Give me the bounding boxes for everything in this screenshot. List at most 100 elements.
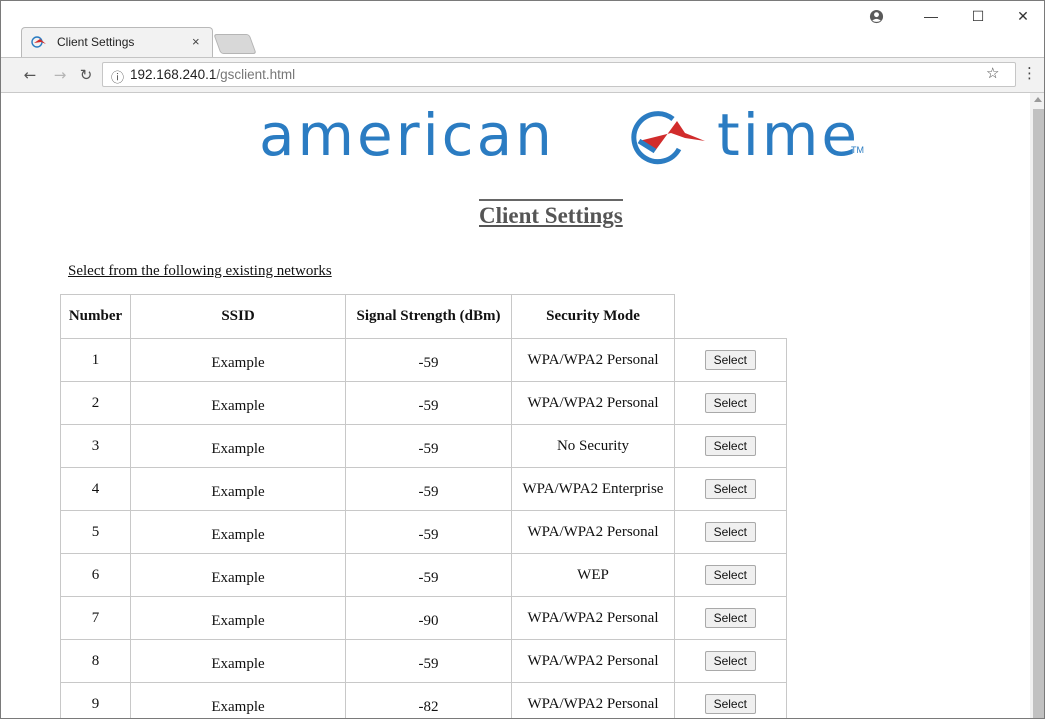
network-signal-text: -59: [418, 526, 439, 543]
network-ssid-text: Example: [211, 526, 265, 543]
header-signal-strength: Signal Strength (dBm): [345, 294, 512, 339]
network-signal: -59: [345, 553, 512, 597]
network-signal: -59: [345, 467, 512, 511]
logo-word-time: time: [717, 101, 861, 169]
network-ssid: Example: [130, 467, 346, 511]
tab-close-icon[interactable]: ×: [192, 34, 200, 49]
network-ssid-text: Example: [211, 397, 265, 414]
select-network-button[interactable]: Select: [704, 393, 756, 413]
select-network-button[interactable]: Select: [704, 522, 756, 542]
select-network-button[interactable]: Select: [704, 350, 756, 370]
forward-icon[interactable]: →: [50, 65, 70, 85]
browser-toolbar: ← → ↻ ⓘ 192.168.240.1/gsclient.html ☆ ⋮: [1, 57, 1044, 93]
address-bar[interactable]: ⓘ 192.168.240.1/gsclient.html: [102, 62, 1016, 87]
info-icon[interactable]: ⓘ: [111, 67, 124, 86]
network-action-cell: Select: [674, 381, 787, 425]
network-security: WPA/WPA2 Personal: [511, 338, 675, 382]
scrollbar-thumb[interactable]: [1033, 109, 1044, 718]
network-ssid: Example: [130, 381, 346, 425]
american-time-logo: american time TM: [259, 105, 865, 169]
network-number: 4: [60, 467, 131, 511]
reload-icon[interactable]: ↻: [76, 65, 96, 85]
vertical-scrollbar[interactable]: [1030, 93, 1044, 718]
network-action-cell: Select: [674, 639, 787, 683]
new-tab-button[interactable]: [213, 34, 257, 54]
header-action-blank: [675, 295, 787, 339]
table-row: 3 Example -59 No Security Select: [60, 424, 787, 468]
select-network-button[interactable]: Select: [704, 436, 756, 456]
network-signal: -90: [345, 596, 512, 640]
select-network-button[interactable]: Select: [704, 479, 756, 499]
network-signal: -82: [345, 682, 512, 718]
networks-instruction: Select from the following existing netwo…: [68, 263, 332, 279]
table-row: 9 Example -82 WPA/WPA2 Personal Select: [60, 682, 787, 718]
scroll-up-arrow-icon[interactable]: [1034, 97, 1042, 102]
network-ssid-text: Example: [211, 698, 265, 715]
menu-icon[interactable]: ⋮: [1022, 64, 1037, 82]
network-security: WPA/WPA2 Personal: [511, 682, 675, 718]
network-ssid-text: Example: [211, 612, 265, 629]
header-number: Number: [60, 294, 131, 339]
network-number: 8: [60, 639, 131, 683]
network-signal: -59: [345, 381, 512, 425]
network-signal-text: -59: [418, 569, 439, 586]
table-row: 5 Example -59 WPA/WPA2 Personal Select: [60, 510, 787, 554]
network-security: No Security: [511, 424, 675, 468]
network-ssid: Example: [130, 338, 346, 382]
tab-title: Client Settings: [57, 35, 135, 49]
network-security: WPA/WPA2 Personal: [511, 510, 675, 554]
star-icon[interactable]: ☆: [986, 64, 999, 82]
network-security: WPA/WPA2 Personal: [511, 381, 675, 425]
table-row: 8 Example -59 WPA/WPA2 Personal Select: [60, 639, 787, 683]
network-number: 2: [60, 381, 131, 425]
network-action-cell: Select: [674, 596, 787, 640]
network-ssid: Example: [130, 510, 346, 554]
network-action-cell: Select: [674, 682, 787, 718]
network-security: WPA/WPA2 Personal: [511, 639, 675, 683]
table-row: 7 Example -90 WPA/WPA2 Personal Select: [60, 596, 787, 640]
network-signal-text: -82: [418, 698, 439, 715]
network-ssid-text: Example: [211, 569, 265, 586]
select-network-button[interactable]: Select: [704, 608, 756, 628]
network-security: WEP: [511, 553, 675, 597]
maximize-button[interactable]: ☐: [963, 5, 993, 27]
network-action-cell: Select: [674, 424, 787, 468]
network-ssid-text: Example: [211, 440, 265, 457]
network-ssid-text: Example: [211, 655, 265, 672]
network-signal: -59: [345, 424, 512, 468]
tab-strip: Client Settings × — ☐ ✕: [1, 1, 1044, 57]
close-window-button[interactable]: ✕: [1008, 5, 1038, 27]
logo-word-american: american: [259, 101, 555, 169]
network-number: 5: [60, 510, 131, 554]
network-action-cell: Select: [674, 553, 787, 597]
select-network-button[interactable]: Select: [704, 565, 756, 585]
network-signal: -59: [345, 639, 512, 683]
network-number: 9: [60, 682, 131, 718]
tab-client-settings[interactable]: Client Settings ×: [21, 27, 213, 57]
network-ssid-text: Example: [211, 483, 265, 500]
network-ssid-text: Example: [211, 354, 265, 371]
network-ssid: Example: [130, 682, 346, 718]
logo-clock-mark: [631, 111, 705, 165]
network-ssid: Example: [130, 596, 346, 640]
select-network-button[interactable]: Select: [704, 694, 756, 714]
select-network-button[interactable]: Select: [704, 651, 756, 671]
header-ssid: SSID: [130, 294, 346, 339]
network-security: WPA/WPA2 Enterprise: [511, 467, 675, 511]
minimize-button[interactable]: —: [916, 5, 946, 27]
page-viewport: american time TM Client Settings Select …: [1, 93, 1029, 718]
network-ssid: Example: [130, 639, 346, 683]
profile-icon[interactable]: [869, 9, 884, 24]
table-row: 4 Example -59 WPA/WPA2 Enterprise Select: [60, 467, 787, 511]
network-signal-text: -59: [418, 483, 439, 500]
networks-table-body: 1 Example -59 WPA/WPA2 Personal Select 2 Examp…: [60, 338, 787, 718]
back-icon[interactable]: ←: [20, 65, 40, 85]
network-action-cell: Select: [674, 510, 787, 554]
network-ssid: Example: [130, 424, 346, 468]
network-action-cell: Select: [674, 338, 787, 382]
page-title: Client Settings: [479, 199, 623, 229]
url-text: 192.168.240.1/gsclient.html: [130, 67, 296, 82]
network-security: WPA/WPA2 Personal: [511, 596, 675, 640]
network-signal: -59: [345, 338, 512, 382]
network-number: 1: [60, 338, 131, 382]
